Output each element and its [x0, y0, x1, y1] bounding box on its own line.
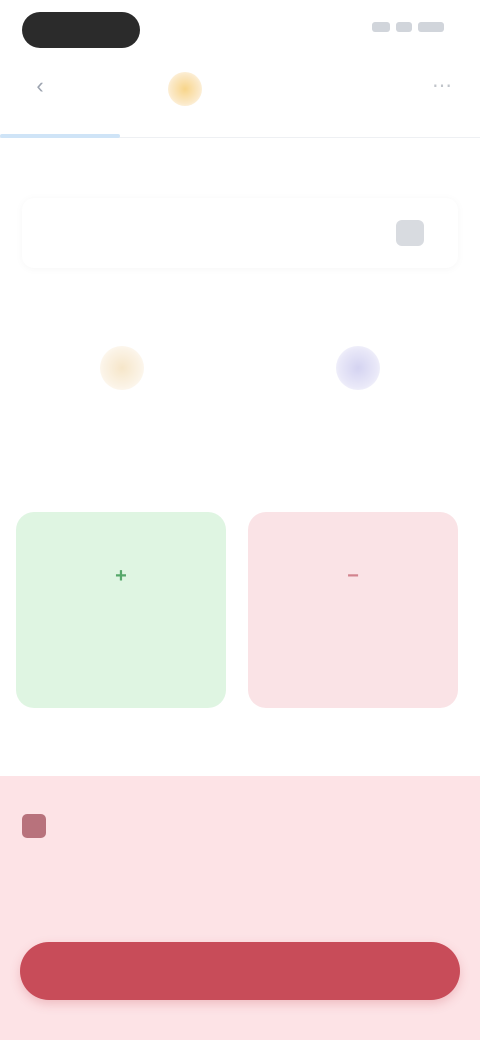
remove-button[interactable]: − — [248, 512, 458, 708]
alert-panel — [0, 776, 480, 1040]
circle-icon — [100, 346, 144, 390]
info-card[interactable] — [22, 318, 222, 468]
minus-icon: − — [347, 565, 359, 587]
header-title-group — [168, 72, 212, 106]
more-icon[interactable]: ⋯ — [430, 76, 454, 96]
info-card[interactable] — [258, 318, 458, 468]
battery-icon — [418, 22, 444, 32]
status-bar — [0, 0, 480, 60]
wifi-icon — [396, 22, 412, 32]
signal-icon — [372, 22, 390, 32]
circle-icon — [336, 346, 380, 390]
select-field[interactable] — [22, 198, 458, 268]
app-header: ‹ ⋯ — [0, 62, 480, 112]
dynamic-island — [22, 12, 140, 48]
status-icons — [372, 22, 444, 32]
chevron-left-icon[interactable]: ‹ — [28, 74, 52, 98]
confirm-button[interactable] — [20, 942, 460, 1000]
shield-icon — [168, 72, 202, 106]
tab-bar — [0, 112, 480, 138]
select-icon — [396, 220, 424, 246]
info-cards — [22, 318, 458, 468]
tab-indicator — [0, 134, 120, 138]
action-buttons: + − — [16, 512, 464, 708]
plus-icon: + — [115, 565, 127, 587]
alert-header — [22, 814, 56, 838]
warning-icon — [22, 814, 46, 838]
add-button[interactable]: + — [16, 512, 226, 708]
